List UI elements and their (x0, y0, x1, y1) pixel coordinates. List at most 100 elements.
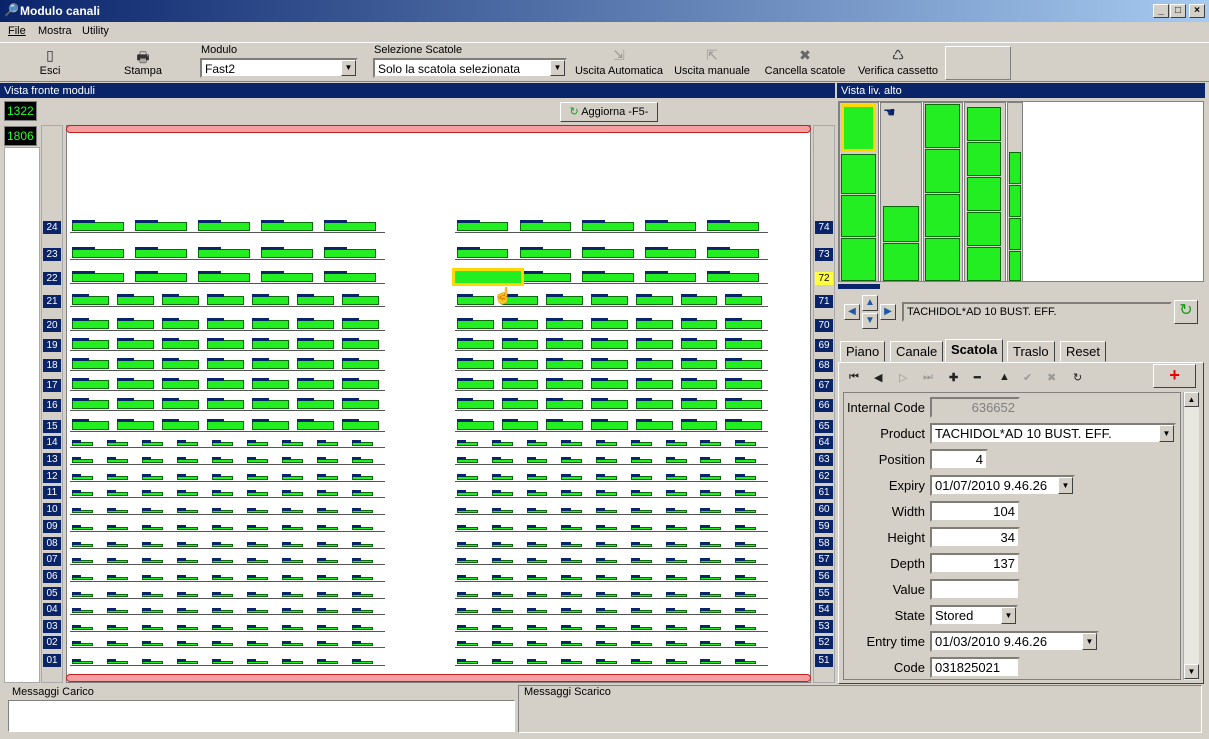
shelf-box[interactable] (457, 380, 494, 389)
shelf-box[interactable] (252, 380, 289, 389)
shelf-box[interactable] (72, 380, 109, 389)
depth-field[interactable]: 137 (930, 553, 1020, 574)
shelf-box[interactable] (582, 249, 634, 258)
tab-piano[interactable]: Piano (840, 341, 886, 362)
tab-canale[interactable]: Canale (890, 341, 944, 362)
edit-record-icon[interactable]: ▲ (999, 371, 1010, 383)
shelf-box[interactable] (342, 360, 379, 369)
shelf-box[interactable] (635, 400, 673, 409)
top-view-box[interactable] (925, 194, 960, 237)
cancel-record-icon[interactable]: ✖ (1047, 371, 1056, 384)
next-record-icon[interactable]: ▷ (899, 371, 907, 384)
menu-utility[interactable]: Utility (82, 25, 109, 37)
last-record-icon[interactable]: ⏭ (923, 371, 933, 384)
arrow-right-icon[interactable]: ▶ (880, 304, 896, 320)
top-view-box[interactable] (1009, 152, 1021, 184)
shelf-box[interactable] (162, 360, 199, 369)
shelf-box[interactable] (252, 320, 289, 329)
entry-time-field[interactable]: 01/03/2010 9.46.26 ▼ (930, 631, 1099, 652)
shelf-box[interactable] (725, 380, 762, 389)
shelf-box[interactable] (707, 249, 759, 258)
shelf-box[interactable] (457, 222, 509, 231)
refresh-icon[interactable]: ↻ (1174, 300, 1198, 324)
shelf-box[interactable] (546, 380, 584, 389)
menu-file[interactable]: File (8, 25, 26, 37)
shelf-box[interactable] (207, 421, 244, 430)
shelf-box[interactable] (457, 340, 494, 349)
position-field[interactable]: 4 (930, 449, 988, 470)
shelf-box[interactable] (162, 421, 199, 430)
arrow-down-icon[interactable]: ▼ (862, 313, 878, 329)
shelf-box[interactable] (117, 340, 154, 349)
shelf-box[interactable] (546, 400, 584, 409)
shelf-box[interactable] (591, 380, 628, 389)
minimize-button[interactable]: _ (1153, 4, 1169, 18)
shelf-box[interactable] (261, 273, 313, 282)
shelf-box[interactable] (207, 340, 244, 349)
shelf-box[interactable] (162, 380, 199, 389)
shelf-box[interactable] (135, 273, 187, 282)
top-view-box[interactable] (925, 104, 960, 148)
state-select[interactable]: Stored ▼ (930, 605, 1018, 626)
form-scrollbar[interactable]: ▲ ▼ (1183, 392, 1199, 680)
shelf-box[interactable] (297, 380, 334, 389)
top-view-box[interactable] (1009, 218, 1021, 250)
shelf-box[interactable] (252, 360, 289, 369)
top-view-box[interactable] (883, 206, 919, 242)
shelf-box[interactable] (591, 400, 628, 409)
shelf-box[interactable] (457, 400, 494, 409)
shelf-box[interactable] (591, 340, 628, 349)
shelf-box[interactable] (198, 249, 250, 258)
shelf-box[interactable] (546, 421, 584, 430)
shelf-box[interactable] (162, 400, 199, 409)
shelf-box[interactable] (457, 249, 509, 258)
shelf-box[interactable] (252, 400, 289, 409)
shelf-box[interactable] (117, 296, 154, 305)
shelf-box[interactable] (135, 222, 187, 231)
post-record-icon[interactable]: ✔ (1023, 371, 1032, 384)
top-view-box[interactable] (1009, 185, 1021, 217)
shelf-box[interactable] (707, 273, 759, 282)
top-view-box[interactable] (841, 195, 876, 237)
shelf-box[interactable] (117, 380, 154, 389)
value-field[interactable] (930, 579, 1020, 600)
shelf-box[interactable] (582, 222, 634, 231)
delete-record-icon[interactable]: ━ (974, 371, 981, 384)
shelf-box[interactable] (261, 222, 313, 231)
shelf-box[interactable] (342, 296, 379, 305)
shelf-box[interactable] (680, 340, 718, 349)
shelf-box[interactable] (162, 340, 199, 349)
selezione-select[interactable]: Solo la scatola selezionata ▼ (373, 58, 567, 78)
top-view-box[interactable] (967, 212, 1001, 246)
shelf-box[interactable] (297, 296, 334, 305)
top-view-box[interactable] (967, 177, 1001, 211)
shelf-box[interactable] (117, 421, 154, 430)
chevron-down-icon[interactable]: ▼ (1001, 607, 1016, 624)
shelf-box[interactable] (324, 222, 376, 231)
shelf-box[interactable] (725, 296, 762, 305)
shelf-box[interactable] (635, 296, 673, 305)
shelf-box[interactable] (546, 360, 584, 369)
uscita-manuale-button[interactable]: ⇱ Uscita manuale (672, 47, 752, 77)
shelf-box[interactable] (725, 421, 762, 430)
shelf-box[interactable] (680, 380, 718, 389)
top-view-box[interactable] (1009, 251, 1021, 281)
top-view-box[interactable] (841, 154, 876, 194)
height-field[interactable]: 34 (930, 527, 1020, 548)
prev-record-icon[interactable]: ◀ (874, 371, 882, 384)
selected-box[interactable] (452, 268, 524, 286)
shelf-box[interactable] (72, 320, 109, 329)
top-view-box[interactable] (967, 142, 1001, 176)
shelf-box[interactable] (72, 249, 124, 258)
shelf-box[interactable] (725, 360, 762, 369)
uscita-automatica-button[interactable]: ⇲ Uscita Automatica (573, 47, 665, 77)
shelf-box[interactable] (252, 296, 289, 305)
shelf-box[interactable] (457, 360, 494, 369)
width-field[interactable]: 104 (930, 501, 1020, 522)
shelf-box[interactable] (72, 296, 109, 305)
aggiorna-button[interactable]: ↻ Aggiorna -F5- (560, 102, 658, 122)
shelf-box[interactable] (635, 421, 673, 430)
scroll-down-icon[interactable]: ▼ (1184, 664, 1199, 679)
refresh-record-icon[interactable]: ↻ (1073, 371, 1082, 384)
top-view-box[interactable] (967, 247, 1001, 281)
